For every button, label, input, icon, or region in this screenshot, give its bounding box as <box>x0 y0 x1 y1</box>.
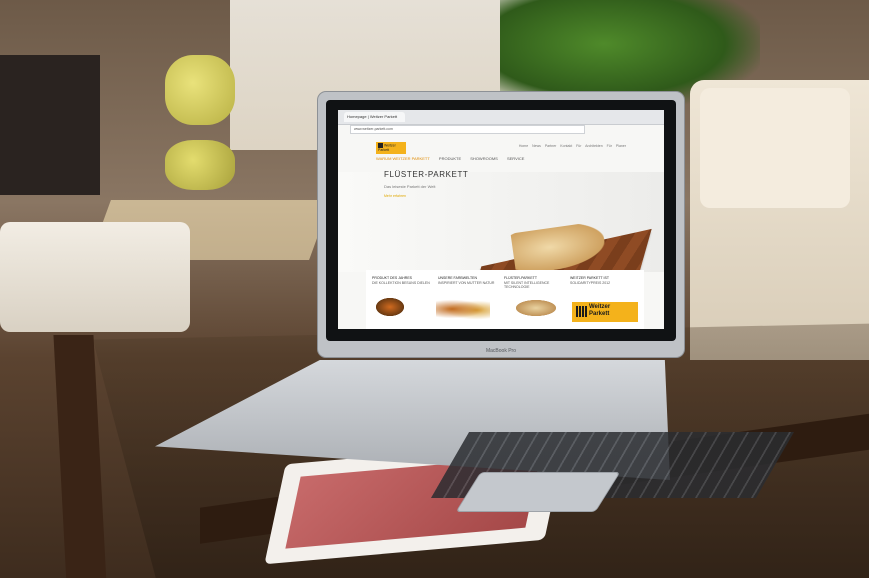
living-room-scene: Homepage | Weitzer Parkett www.weitzer-p… <box>0 0 869 578</box>
dark-shelf <box>0 55 100 195</box>
trackpad <box>455 472 621 512</box>
brand-mark-icon <box>576 306 587 317</box>
badge-text-2: Parkett <box>589 311 610 317</box>
laptop-lid: Homepage | Weitzer Parkett www.weitzer-p… <box>318 92 684 357</box>
teaser-row: PRODUKT DES JAHRES DIE KOLLEKTION BESUNS… <box>366 270 644 329</box>
badge-text-1: Weitzer <box>589 304 611 310</box>
butterfly-image <box>376 298 404 316</box>
puppy-thumbnail <box>516 300 556 316</box>
teaser-text: INSPIRIERT VON MUTTER NATUR <box>438 280 495 285</box>
nav-item-showrooms[interactable]: SHOWROOMS <box>470 156 498 161</box>
laptop-screen: Homepage | Weitzer Parkett www.weitzer-p… <box>338 110 664 329</box>
brand-badge: Weitzer Parkett <box>572 302 638 322</box>
nav-item-service[interactable]: SERVICE <box>507 156 525 161</box>
teaser-text: DIE KOLLEKTION BESUNS DIELEN <box>372 280 430 285</box>
hero-subtitle: Das leiseste Parkett der Welt <box>384 184 436 189</box>
device-label: MacBook Pro <box>485 348 516 354</box>
logo-text-1: Weitzer <box>384 143 396 148</box>
top-links[interactable]: Home News Partner Kontakt Für Architekte… <box>519 144 626 148</box>
laptop: Homepage | Weitzer Parkett www.weitzer-p… <box>150 92 795 512</box>
teaser-text: SOLIDARITYPREIS 2012 <box>570 280 611 285</box>
logo-mark-icon <box>378 143 383 148</box>
screen-bezel: Homepage | Weitzer Parkett www.weitzer-p… <box>326 100 676 341</box>
hero-title: FLÜSTER-PARKETT <box>384 170 469 179</box>
teaser-preis[interactable]: WEITZER PARKETT IST SOLIDARITYPREIS 2012 <box>570 276 634 285</box>
teaser-text: MIT SILENT INTELLIGENCE TECHNOLOGIE <box>504 280 550 290</box>
autumn-leaves-image <box>436 298 490 320</box>
main-navigation: WARUM WEITZER PARKETT PRODUKTE SHOWROOMS… <box>376 156 532 161</box>
address-bar[interactable]: www.weitzer-parkett.com <box>350 125 585 134</box>
teaser-fluester[interactable]: FLÜSTER-PARKETT MIT SILENT INTELLIGENCE … <box>504 276 568 290</box>
nav-item-produkte[interactable]: PRODUKTE <box>439 156 461 161</box>
sofa-cushion <box>700 88 850 208</box>
logo-text-2: Parkett <box>378 148 390 153</box>
nav-item-warum[interactable]: WARUM WEITZER PARKETT <box>376 156 430 161</box>
teaser-produkt[interactable]: PRODUKT DES JAHRES DIE KOLLEKTION BESUNS… <box>372 276 436 285</box>
site-header: Weitzer Parkett Home News Partner Kontak… <box>338 138 664 158</box>
teaser-farbwelten[interactable]: UNSERE FARBWELTEN INSPIRIERT VON MUTTER … <box>438 276 502 285</box>
hero-link[interactable]: Mehr erfahren <box>384 194 406 198</box>
browser-tab-bar: Homepage | Weitzer Parkett <box>338 110 664 125</box>
site-logo[interactable]: Weitzer Parkett <box>376 142 406 154</box>
browser-tab[interactable]: Homepage | Weitzer Parkett <box>344 112 405 122</box>
